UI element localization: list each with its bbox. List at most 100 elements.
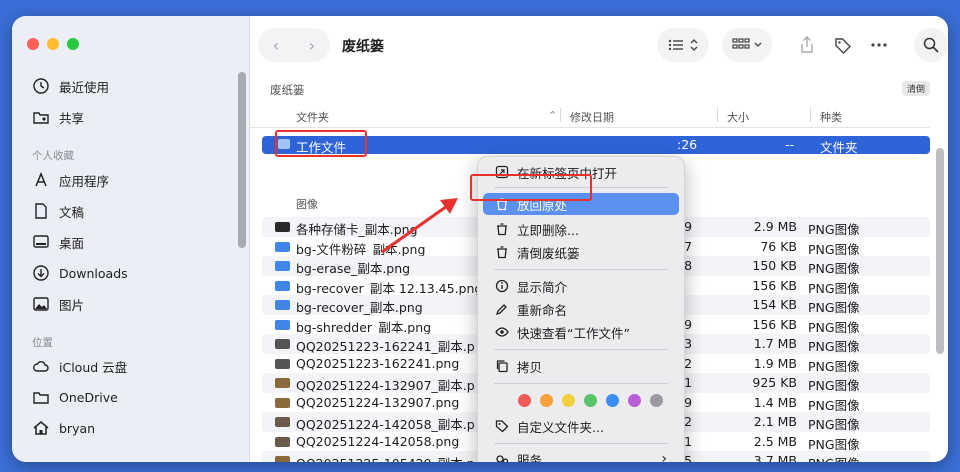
forward-button[interactable]: › — [309, 36, 315, 55]
back-button[interactable]: ‹ — [273, 36, 279, 55]
tag-icon — [495, 420, 509, 433]
clock-icon — [33, 78, 49, 94]
menu-item-services[interactable]: 服务 › — [483, 448, 679, 462]
sidebar-scrollbar[interactable] — [238, 72, 246, 248]
sidebar-item-icloud[interactable]: iCloud 云盘 — [32, 355, 127, 377]
menu-item-get-info[interactable]: 显示简介 — [483, 275, 679, 297]
image-file-icon — [275, 358, 290, 369]
sidebar-item-label: bryan — [59, 420, 96, 436]
image-file-icon — [275, 241, 290, 252]
image-file-icon — [275, 222, 290, 232]
close-window-button[interactable] — [27, 38, 39, 50]
folder-date: :26 — [677, 137, 698, 152]
sidebar-item-onedrive[interactable]: OneDrive — [32, 386, 118, 408]
file-name: QQ20251224-132907.png — [296, 394, 460, 410]
search-button[interactable] — [914, 28, 948, 62]
favorites-section-title: 个人收藏 — [32, 150, 74, 162]
sidebar-item-documents[interactable]: 文稿 — [32, 200, 84, 222]
sidebar-item-desktop[interactable]: 桌面 — [32, 231, 84, 253]
file-size: 2.5 MB — [753, 433, 797, 449]
copy-icon — [496, 360, 508, 373]
sidebar-item-applications[interactable]: 应用程序 — [32, 169, 109, 191]
menu-item-label: 自定义文件夹... — [517, 419, 604, 435]
sidebar-item-label: 共享 — [59, 110, 85, 126]
menu-item-label: 拷贝 — [517, 359, 543, 375]
tag-purple[interactable] — [628, 394, 641, 407]
column-divider[interactable] — [560, 108, 561, 122]
sidebar-item-label: 图片 — [59, 297, 85, 313]
group-by-button[interactable] — [722, 28, 772, 62]
more-button[interactable] — [862, 28, 896, 62]
trash-icon — [497, 246, 507, 259]
file-kind: PNG图像 — [808, 280, 860, 296]
trash-icon — [497, 223, 507, 236]
minimize-window-button[interactable] — [47, 38, 59, 50]
file-kind: PNG图像 — [808, 222, 860, 237]
file-name: bg-recover_副本 12.13.45.png — [296, 280, 483, 296]
image-file-icon — [275, 378, 290, 388]
content-scrollbar[interactable] — [936, 148, 944, 354]
sidebar-item-label: 桌面 — [59, 235, 85, 251]
tag-orange[interactable] — [540, 394, 553, 407]
zoom-window-button[interactable] — [67, 38, 79, 50]
folder-icon — [33, 392, 49, 404]
column-name[interactable]: 文件夹 — [296, 109, 329, 125]
sidebar-item-recents[interactable]: 最近使用 — [32, 75, 109, 97]
locations-section-title: 位置 — [32, 337, 53, 349]
view-mode-button[interactable] — [657, 28, 709, 62]
menu-item-rename[interactable]: 重新命名 — [483, 298, 679, 320]
tag-blue[interactable] — [606, 394, 619, 407]
info-icon — [495, 279, 509, 293]
tag-green[interactable] — [584, 394, 597, 407]
file-name: QQ20251223-162241_副本.p — [296, 339, 475, 354]
image-file-icon — [275, 300, 290, 310]
tag-gray[interactable] — [650, 394, 663, 407]
file-size: 1.4 MB — [753, 394, 797, 410]
column-kind[interactable]: 种类 — [820, 109, 842, 125]
empty-trash-button[interactable]: 清倒 — [901, 81, 930, 96]
menu-item-label: 显示简介 — [517, 279, 568, 295]
share-button[interactable] — [790, 28, 824, 62]
menu-item-label: 重新命名 — [517, 302, 568, 318]
column-date[interactable]: 修改日期 — [570, 109, 614, 125]
menu-item-copy[interactable]: 拷贝 — [483, 355, 679, 377]
file-size: 2.1 MB — [753, 414, 797, 429]
chevron-right-icon: › — [661, 451, 667, 462]
file-kind: PNG图像 — [808, 417, 860, 432]
tag-button[interactable] — [826, 28, 860, 62]
file-size: 154 KB — [752, 297, 797, 312]
share-icon — [801, 36, 813, 53]
annotation-highlight-folder — [275, 130, 367, 157]
file-name: bg-shredder_副本.png — [296, 319, 432, 335]
sidebar-item-home[interactable]: bryan — [32, 417, 95, 439]
location-label: 废纸篓 — [270, 83, 305, 97]
grid-icon — [732, 38, 750, 49]
sidebar-item-downloads[interactable]: Downloads — [32, 262, 128, 284]
file-kind: PNG图像 — [808, 397, 860, 413]
group-label: 图像 — [296, 198, 318, 211]
file-name: QQ20251224-142058.png — [296, 433, 460, 449]
menu-item-quick-look[interactable]: 快速查看“工作文件” — [483, 321, 679, 343]
file-size: 1.7 MB — [753, 336, 797, 351]
chevron-updown-icon — [690, 39, 698, 51]
search-icon — [923, 37, 939, 53]
tag-yellow[interactable] — [562, 394, 575, 407]
menu-separator — [494, 349, 668, 350]
menu-item-empty-trash[interactable]: 清倒废纸篓 — [483, 241, 679, 263]
menu-item-customize-folder[interactable]: 自定义文件夹... — [483, 415, 679, 437]
more-icon — [871, 43, 887, 47]
file-size: 3.7 MB — [753, 453, 797, 462]
sidebar-item-pictures[interactable]: 图片 — [32, 293, 84, 315]
pencil-icon — [495, 304, 507, 316]
file-size: 156 KB — [752, 277, 797, 293]
column-divider[interactable] — [810, 108, 811, 122]
column-divider[interactable] — [717, 108, 718, 122]
sidebar: 最近使用 共享 个人收藏 应用程序 文稿 桌面 Downloads 图片 位置 — [12, 16, 250, 462]
menu-item-delete-immediately[interactable]: 立即删除... — [483, 218, 679, 240]
sidebar-item-shared[interactable]: 共享 — [32, 106, 84, 128]
sidebar-item-label: Downloads — [59, 265, 128, 281]
folder-kind: 文件夹 — [820, 140, 858, 155]
column-size[interactable]: 大小 — [727, 109, 749, 125]
file-kind: PNG图像 — [808, 300, 860, 315]
tag-red[interactable] — [518, 394, 531, 407]
